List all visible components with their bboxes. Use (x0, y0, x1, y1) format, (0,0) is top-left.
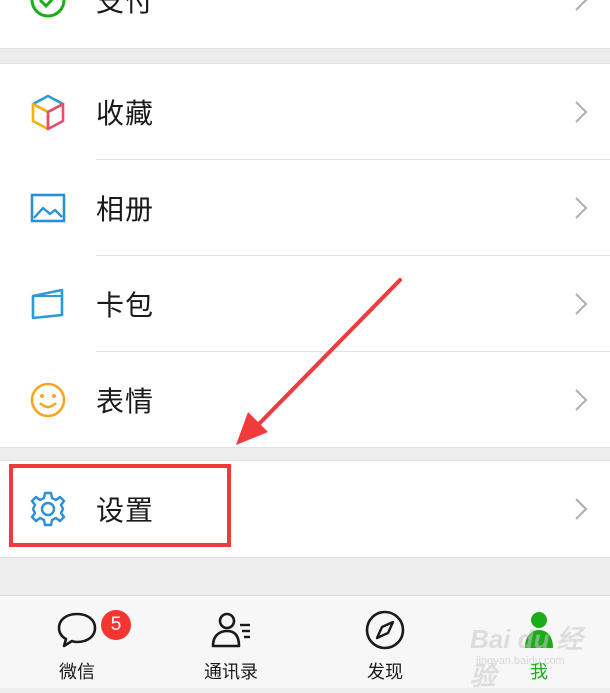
menu-item-label: 支付 (96, 0, 155, 18)
tab-chats[interactable]: 5 微信 (17, 596, 137, 688)
tab-label: 我 (530, 662, 548, 683)
tab-label: 通讯录 (204, 662, 258, 683)
main-menu-section: 收藏 相册 卡包 表情 (0, 63, 610, 448)
chevron-right-icon (575, 197, 588, 219)
menu-item-settings[interactable]: 设置 (0, 461, 610, 557)
unread-badge: 5 (101, 610, 131, 640)
menu-item-pay[interactable]: 支付 (0, 0, 610, 48)
tab-me[interactable]: 我 (479, 596, 599, 688)
smiley-face-icon (28, 380, 68, 420)
favorites-cube-icon (28, 92, 68, 132)
chevron-right-icon (575, 0, 588, 11)
menu-item-stickers[interactable]: 表情 (0, 352, 610, 448)
menu-item-label: 表情 (96, 385, 155, 418)
me-person-icon (525, 612, 553, 648)
tab-contacts[interactable]: 通讯录 (171, 596, 291, 688)
menu-item-favorites[interactable]: 收藏 (0, 64, 610, 160)
tab-label: 微信 (59, 662, 95, 683)
tab-label: 发现 (367, 662, 403, 683)
menu-item-label: 卡包 (96, 289, 155, 322)
tab-discover[interactable]: 发现 (325, 596, 445, 688)
settings-section: 设置 (0, 460, 610, 558)
chevron-right-icon (575, 101, 588, 123)
chevron-right-icon (575, 293, 588, 315)
menu-item-label: 设置 (96, 494, 155, 527)
card-wallet-icon (28, 284, 68, 324)
compass-icon (365, 610, 405, 650)
chevron-right-icon (575, 389, 588, 411)
menu-item-label: 相册 (96, 193, 155, 226)
pay-section: 支付 (0, 0, 610, 49)
chevron-right-icon (575, 498, 588, 520)
contacts-person-icon (211, 612, 250, 648)
menu-item-cards[interactable]: 卡包 (0, 256, 610, 352)
menu-item-label: 收藏 (96, 97, 155, 130)
pay-icon (28, 0, 68, 20)
menu-item-album[interactable]: 相册 (0, 160, 610, 256)
bottom-tab-bar: 5 微信 通讯录 发现 我 (0, 595, 610, 688)
gear-icon (28, 489, 68, 529)
album-picture-icon (28, 188, 68, 228)
chat-bubble-icon (57, 612, 97, 648)
